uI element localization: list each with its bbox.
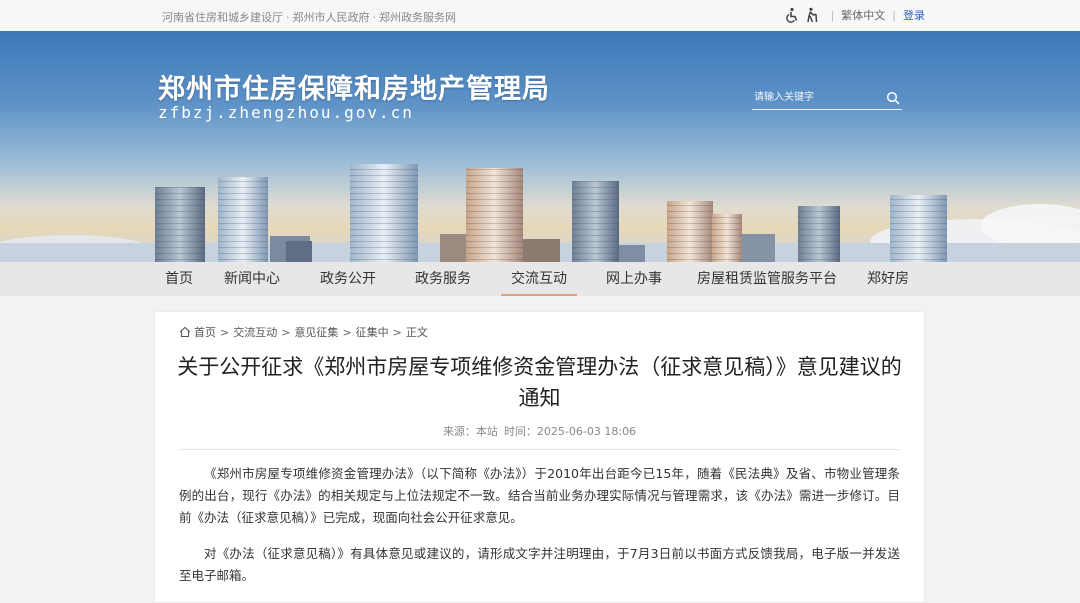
home-icon bbox=[179, 326, 191, 338]
login-link[interactable]: 登录 bbox=[903, 7, 925, 23]
article-paragraph-2: 对《办法（征求意见稿）》有具体意见或建议的，请形成文字并注明理由，于7月3日前以… bbox=[179, 546, 900, 583]
elderly-icon[interactable] bbox=[804, 7, 820, 23]
search-icon[interactable] bbox=[886, 90, 900, 105]
top-links: 河南省住房和城乡建设厅 · 郑州市人民政府 · 郑州政务服务网 bbox=[162, 9, 456, 25]
breadcrumb: 首页 > 交流互动 > 意见征集 > 征集中 > 正文 bbox=[179, 324, 428, 340]
site-title: 郑州市住房保障和房地产管理局 bbox=[158, 74, 550, 105]
article-time: 时间：2025-06-03 18:06 bbox=[503, 425, 637, 438]
breadcrumb-body: 正文 bbox=[405, 326, 428, 339]
nav-home[interactable]: 首页 bbox=[155, 262, 203, 296]
traditional-chinese-link[interactable]: 繁体中文 bbox=[841, 7, 885, 23]
link-zhengzhou-service[interactable]: 郑州政务服务网 bbox=[379, 11, 456, 24]
nav-rental-platform[interactable]: 房屋租赁监管服务平台 bbox=[687, 262, 847, 296]
nav-interaction[interactable]: 交流互动 bbox=[501, 262, 577, 296]
accessibility-icon[interactable] bbox=[784, 7, 800, 23]
article-card: 首页 > 交流互动 > 意见征集 > 征集中 > 正文 关于公开征求《郑州市房屋… bbox=[154, 311, 925, 603]
breadcrumb-opinion-collection[interactable]: 意见征集 bbox=[294, 324, 338, 340]
top-utility-bar: 河南省住房和城乡建设厅 · 郑州市人民政府 · 郑州政务服务网 | 繁体中文 | 登录 bbox=[0, 0, 1080, 32]
link-henan-housing[interactable]: 河南省住房和城乡建设厅 bbox=[162, 11, 283, 24]
divider: | bbox=[830, 8, 835, 22]
top-right-tools: | 繁体中文 | 登录 bbox=[784, 7, 925, 23]
city-skyline-image bbox=[0, 164, 1080, 262]
nav-government-services[interactable]: 政务服务 bbox=[405, 262, 481, 296]
nav-zhenghaofang[interactable]: 郑好房 bbox=[857, 262, 919, 296]
link-zhengzhou-gov[interactable]: 郑州市人民政府 bbox=[293, 11, 370, 24]
separator: · bbox=[286, 11, 290, 24]
main-navigation: 首页 新闻中心 政务公开 政务服务 交流互动 网上办事 房屋租赁监管服务平台 郑… bbox=[0, 262, 1080, 296]
article-source: 来源：本站 bbox=[442, 425, 498, 438]
nav-online-services[interactable]: 网上办事 bbox=[596, 262, 672, 296]
site-domain: zfbzj.zhengzhou.gov.cn bbox=[158, 103, 414, 122]
nav-news-center[interactable]: 新闻中心 bbox=[214, 262, 290, 296]
divider bbox=[179, 449, 900, 450]
breadcrumb-separator: > bbox=[342, 325, 352, 339]
separator: · bbox=[372, 11, 377, 24]
breadcrumb-collecting[interactable]: 征集中 bbox=[356, 324, 389, 340]
nav-government-affairs[interactable]: 政务公开 bbox=[310, 262, 386, 296]
search-box bbox=[752, 87, 902, 110]
breadcrumb-separator: > bbox=[220, 325, 230, 339]
breadcrumb-separator: > bbox=[281, 325, 291, 339]
article-paragraph-1: 《郑州市房屋专项维修资金管理办法》（以下简称《办法》）于2010年出台距今已15… bbox=[179, 466, 900, 525]
search-input[interactable] bbox=[754, 88, 874, 106]
divider: | bbox=[892, 8, 896, 22]
article-title: 关于公开征求《郑州市房屋专项维修资金管理办法（征求意见稿）》意见建议的通知 bbox=[177, 355, 902, 410]
breadcrumb-home[interactable]: 首页 bbox=[194, 324, 216, 340]
breadcrumb-interaction[interactable]: 交流互动 bbox=[233, 324, 277, 340]
article-meta: 来源：本站 时间：2025-06-03 18:06 bbox=[155, 423, 924, 439]
breadcrumb-separator: > bbox=[392, 325, 402, 339]
header-banner: 郑州市住房保障和房地产管理局 zfbzj.zhengzhou.gov.cn bbox=[0, 31, 1080, 262]
